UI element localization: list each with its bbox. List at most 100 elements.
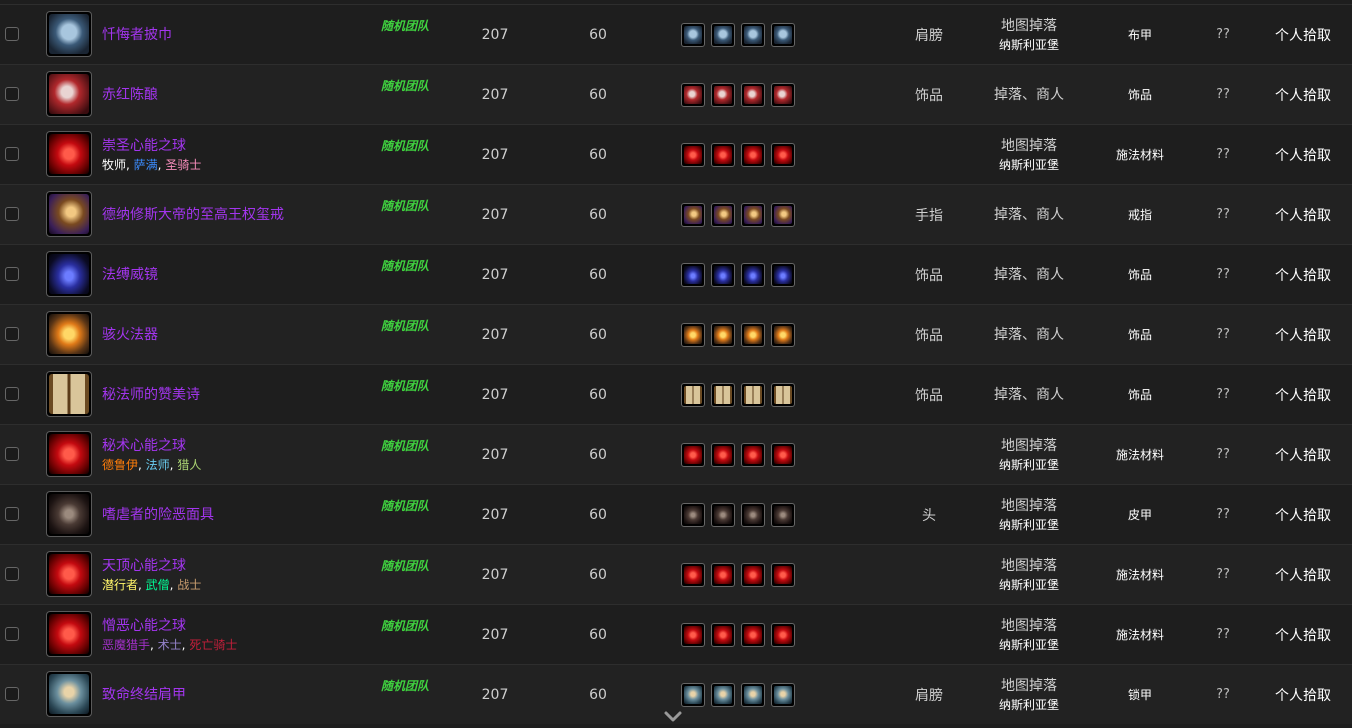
variant-crimson-axe-icon[interactable] — [711, 82, 735, 107]
variant-red-orb-icon[interactable] — [771, 142, 795, 167]
variant-cloak-icon[interactable] — [711, 22, 735, 47]
fire-focus-icon[interactable] — [46, 311, 92, 357]
cloak-icon[interactable] — [46, 11, 92, 57]
item-name-link[interactable]: 秘法师的赞美诗 — [102, 385, 200, 405]
book-icon[interactable] — [46, 371, 92, 417]
item-name-link[interactable]: 天顶心能之球 — [102, 556, 186, 576]
class-label[interactable]: 萨满 — [134, 158, 158, 172]
red-orb-icon[interactable] — [46, 131, 92, 177]
red-orb-icon[interactable] — [46, 431, 92, 477]
variant-cloak-icon[interactable] — [771, 22, 795, 47]
variant-shoulder-armor-icon[interactable] — [741, 682, 765, 707]
variant-crimson-axe-icon[interactable] — [681, 82, 705, 107]
class-label[interactable]: 猎人 — [177, 458, 201, 472]
variant-fire-focus-icon[interactable] — [681, 322, 705, 347]
row-checkbox[interactable] — [5, 267, 19, 281]
variant-red-orb-icon[interactable] — [711, 562, 735, 587]
row-checkbox[interactable] — [5, 627, 19, 641]
item-name-link[interactable]: 忏悔者披巾 — [102, 25, 172, 45]
row-checkbox[interactable] — [5, 327, 19, 341]
mirror-icon[interactable] — [46, 251, 92, 297]
variant-mask-icon[interactable] — [711, 502, 735, 527]
mask-icon[interactable] — [46, 491, 92, 537]
item-name-link[interactable]: 法缚威镜 — [102, 265, 158, 285]
variant-mask-icon[interactable] — [681, 502, 705, 527]
row-checkbox[interactable] — [5, 567, 19, 581]
variant-red-orb-icon[interactable] — [741, 442, 765, 467]
variant-fire-focus-icon[interactable] — [741, 322, 765, 347]
variant-red-orb-icon[interactable] — [771, 562, 795, 587]
variant-book-icon[interactable] — [771, 382, 795, 407]
row-checkbox[interactable] — [5, 387, 19, 401]
item-name-link[interactable]: 德纳修斯大帝的至高王权玺戒 — [102, 205, 284, 225]
drop-zone-link[interactable]: 纳斯利亚堡 — [999, 456, 1059, 474]
item-name-link[interactable]: 赤红陈酿 — [102, 85, 158, 105]
variant-shoulder-armor-icon[interactable] — [681, 682, 705, 707]
variant-shoulder-armor-icon[interactable] — [711, 682, 735, 707]
variant-signet-ring-icon[interactable] — [771, 202, 795, 227]
signet-ring-icon[interactable] — [46, 191, 92, 237]
variant-cloak-icon[interactable] — [741, 22, 765, 47]
class-label[interactable]: 术士 — [158, 638, 182, 652]
row-checkbox[interactable] — [5, 147, 19, 161]
class-label[interactable]: 武僧 — [146, 578, 170, 592]
red-orb-icon[interactable] — [46, 551, 92, 597]
variant-signet-ring-icon[interactable] — [741, 202, 765, 227]
variant-red-orb-icon[interactable] — [741, 142, 765, 167]
variant-mirror-icon[interactable] — [771, 262, 795, 287]
drop-zone-link[interactable]: 纳斯利亚堡 — [999, 576, 1059, 594]
variant-red-orb-icon[interactable] — [741, 562, 765, 587]
item-name-link[interactable]: 嗜虐者的险恶面具 — [102, 505, 214, 525]
variant-red-orb-icon[interactable] — [771, 622, 795, 647]
class-label[interactable]: 牧师 — [102, 158, 126, 172]
class-label[interactable]: 战士 — [177, 578, 201, 592]
class-label[interactable]: 恶魔猎手 — [102, 638, 150, 652]
class-label[interactable]: 潜行者 — [102, 578, 138, 592]
variant-shoulder-armor-icon[interactable] — [771, 682, 795, 707]
row-checkbox[interactable] — [5, 447, 19, 461]
variant-red-orb-icon[interactable] — [681, 622, 705, 647]
drop-zone-link[interactable]: 纳斯利亚堡 — [999, 156, 1059, 174]
variant-signet-ring-icon[interactable] — [711, 202, 735, 227]
class-label[interactable]: 法师 — [146, 458, 170, 472]
row-checkbox[interactable] — [5, 207, 19, 221]
variant-signet-ring-icon[interactable] — [681, 202, 705, 227]
item-name-link[interactable]: 崇圣心能之球 — [102, 136, 186, 156]
variant-mask-icon[interactable] — [741, 502, 765, 527]
drop-zone-link[interactable]: 纳斯利亚堡 — [999, 516, 1059, 534]
drop-zone-link[interactable]: 纳斯利亚堡 — [999, 636, 1059, 654]
row-checkbox[interactable] — [5, 87, 19, 101]
variant-mirror-icon[interactable] — [741, 262, 765, 287]
class-label[interactable]: 死亡骑士 — [189, 638, 237, 652]
variant-mirror-icon[interactable] — [681, 262, 705, 287]
shoulder-armor-icon[interactable] — [46, 671, 92, 717]
variant-red-orb-icon[interactable] — [741, 622, 765, 647]
variant-book-icon[interactable] — [681, 382, 705, 407]
variant-mirror-icon[interactable] — [711, 262, 735, 287]
variant-crimson-axe-icon[interactable] — [771, 82, 795, 107]
item-name-link[interactable]: 秘术心能之球 — [102, 436, 186, 456]
drop-zone-link[interactable]: 纳斯利亚堡 — [999, 696, 1059, 714]
item-name-link[interactable]: 憎恶心能之球 — [102, 616, 186, 636]
chevron-down-icon[interactable] — [662, 709, 684, 723]
red-orb-icon[interactable] — [46, 611, 92, 657]
drop-zone-link[interactable]: 纳斯利亚堡 — [999, 36, 1059, 54]
item-name-link[interactable]: 骇火法器 — [102, 325, 158, 345]
class-label[interactable]: 德鲁伊 — [102, 458, 138, 472]
variant-mask-icon[interactable] — [771, 502, 795, 527]
class-label[interactable]: 圣骑士 — [165, 158, 201, 172]
variant-red-orb-icon[interactable] — [681, 142, 705, 167]
variant-crimson-axe-icon[interactable] — [741, 82, 765, 107]
variant-fire-focus-icon[interactable] — [771, 322, 795, 347]
row-checkbox[interactable] — [5, 507, 19, 521]
variant-red-orb-icon[interactable] — [711, 622, 735, 647]
variant-fire-focus-icon[interactable] — [711, 322, 735, 347]
row-checkbox[interactable] — [5, 687, 19, 701]
variant-cloak-icon[interactable] — [681, 22, 705, 47]
variant-book-icon[interactable] — [741, 382, 765, 407]
variant-red-orb-icon[interactable] — [711, 442, 735, 467]
variant-book-icon[interactable] — [711, 382, 735, 407]
crimson-axe-icon[interactable] — [46, 71, 92, 117]
variant-red-orb-icon[interactable] — [711, 142, 735, 167]
variant-red-orb-icon[interactable] — [771, 442, 795, 467]
